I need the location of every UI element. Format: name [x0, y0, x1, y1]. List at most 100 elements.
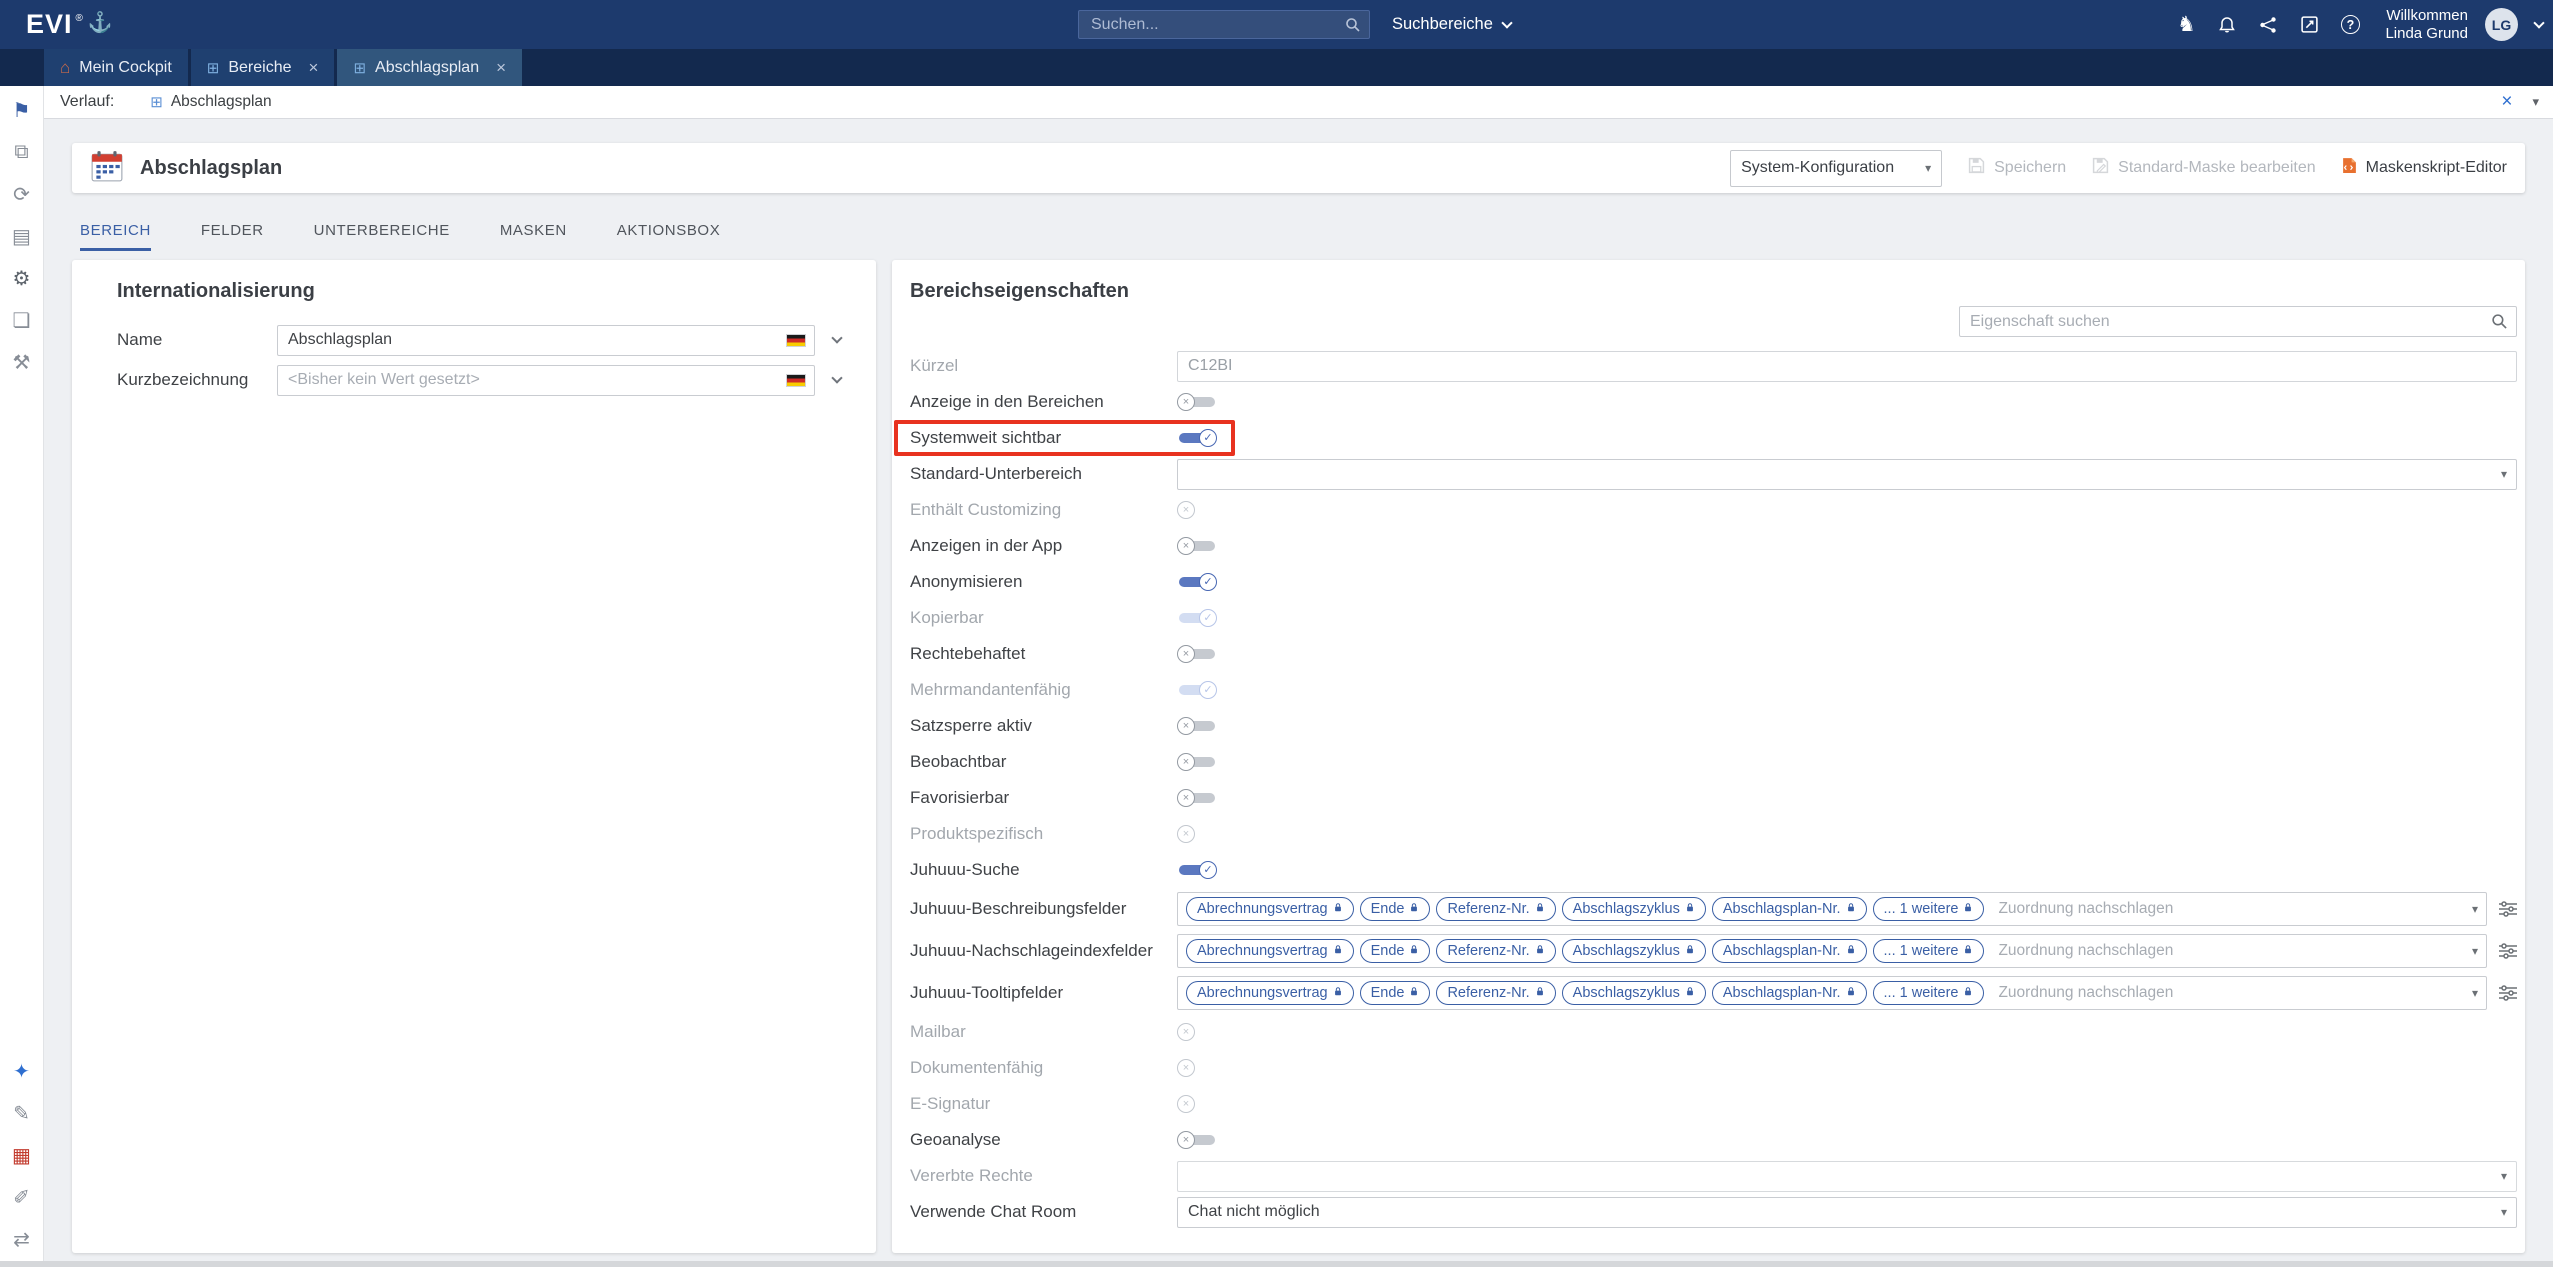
history-icon[interactable]: ⟳: [13, 180, 30, 208]
chevron-down-icon[interactable]: ▾: [2472, 902, 2478, 916]
notifications-bell-icon[interactable]: [2215, 13, 2239, 37]
toggle-juhuuu-suche[interactable]: ✓: [1177, 861, 1217, 879]
chip-referenz-nr[interactable]: Referenz-Nr.: [1436, 897, 1555, 921]
settings-gear-icon[interactable]: ⚙: [13, 264, 31, 292]
chip-ende[interactable]: Ende: [1360, 897, 1431, 921]
property-search-input[interactable]: [1960, 313, 2516, 331]
home-icon: ⌂: [60, 58, 70, 78]
chip-referenz-nr[interactable]: Referenz-Nr.: [1436, 981, 1555, 1005]
chip-abschlagszyklus[interactable]: Abschlagszyklus: [1562, 981, 1706, 1005]
save-button[interactable]: Speichern: [1968, 157, 2066, 179]
tools-icon[interactable]: ⚒: [13, 348, 31, 376]
chip-abschlagsplan-nr[interactable]: Abschlagsplan-Nr.: [1712, 897, 1867, 921]
toggle-satzsperre-aktiv[interactable]: ×: [1177, 717, 1217, 735]
chips-field-juhuuu-tooltipfelder[interactable]: AbrechnungsvertragEndeReferenz-Nr. Abschl…: [1177, 976, 2487, 1010]
chip-1-weitere[interactable]: ... 1 weitere: [1873, 981, 1985, 1005]
select-standard-unterbereich[interactable]: ▾: [1177, 459, 2517, 490]
chess-knight-icon[interactable]: ♞: [2174, 13, 2198, 37]
configuration-select[interactable]: System-Konfiguration ▾: [1730, 150, 1942, 187]
row-control-vererbte-rechte: ▾: [1177, 1161, 2517, 1192]
name-input[interactable]: Abschlagsplan: [277, 325, 815, 356]
property-search-box[interactable]: [1959, 306, 2517, 337]
horizontal-scrollbar[interactable]: [0, 1261, 2553, 1267]
bookmark-icon[interactable]: ⚑: [13, 96, 31, 124]
draft-icon[interactable]: ✐: [13, 1183, 30, 1211]
close-icon[interactable]: ×: [496, 58, 506, 78]
global-search-input[interactable]: [1079, 16, 1369, 34]
chip-referenz-nr[interactable]: Referenz-Nr.: [1436, 939, 1555, 963]
share-icon[interactable]: [2256, 13, 2280, 37]
calendar-icon[interactable]: ▦: [12, 1141, 31, 1169]
short-name-input[interactable]: <Bisher kein Wert gesetzt>: [277, 365, 815, 396]
section-tab-unterbereiche[interactable]: UNTERBEREICHE: [314, 222, 450, 251]
global-search-box[interactable]: [1078, 10, 1370, 39]
toggle-anonymisieren[interactable]: ✓: [1177, 573, 1217, 591]
toggle-geoanalyse[interactable]: ×: [1177, 1131, 1217, 1149]
chip-abrechnungsvertrag[interactable]: Abrechnungsvertrag: [1186, 939, 1354, 963]
user-menu-chevron-icon[interactable]: [2533, 17, 2544, 28]
row-geoanalyse: Geoanalyse×: [910, 1122, 2517, 1158]
chip-abschlagsplan-nr[interactable]: Abschlagsplan-Nr.: [1712, 981, 1867, 1005]
chips-field-juhuuu-beschreibungsfelder[interactable]: AbrechnungsvertragEndeReferenz-Nr. Abschl…: [1177, 892, 2487, 926]
topbar-right-group: ♞ ? Willkommen Linda Grund LG: [2174, 0, 2543, 49]
chevron-down-icon[interactable]: ▾: [2472, 986, 2478, 1000]
chip-abrechnungsvertrag[interactable]: Abrechnungsvertrag: [1186, 897, 1354, 921]
mask-script-editor-button[interactable]: Maskenskript-Editor: [2342, 157, 2507, 179]
chip-abschlagszyklus[interactable]: Abschlagszyklus: [1562, 897, 1706, 921]
windows-icon[interactable]: ⧉: [14, 138, 28, 166]
toggle-anzeige-in-den-bereichen[interactable]: ×: [1177, 393, 1217, 411]
close-icon[interactable]: ×: [2501, 91, 2512, 113]
toggle-systemweit-sichtbar[interactable]: ✓: [1177, 429, 1217, 447]
row-mehrmandantenfaehig: Mehrmandantenfähig✓: [910, 672, 2517, 708]
section-tabs: BEREICH FELDER UNTERBEREICHE MASKEN AKTIONSB…: [80, 222, 720, 251]
field-mapping-icon[interactable]: [2499, 985, 2517, 1001]
assistant-star-icon[interactable]: ✦: [13, 1057, 30, 1085]
section-tab-felder[interactable]: FELDER: [201, 222, 264, 251]
chevron-down-icon[interactable]: ▾: [2472, 944, 2478, 958]
chip-ende[interactable]: Ende: [1360, 981, 1431, 1005]
field-mapping-icon[interactable]: [2499, 943, 2517, 959]
search-scope-dropdown[interactable]: Suchbereiche: [1392, 15, 1511, 34]
form-edit-icon[interactable]: ▤: [12, 222, 31, 250]
notes-icon[interactable]: ✎: [13, 1099, 30, 1127]
chevron-down-icon[interactable]: [831, 332, 842, 343]
row-control-anonymisieren: ✓: [1177, 573, 2517, 591]
sync-icon[interactable]: ⇄: [13, 1225, 30, 1253]
chip-abschlagszyklus[interactable]: Abschlagszyklus: [1562, 939, 1706, 963]
name-input-value: Abschlagsplan: [288, 331, 392, 349]
chevron-down-icon[interactable]: ▾: [2532, 94, 2539, 110]
chips-placeholder: Zuordnung nachschlagen: [1998, 984, 2173, 1002]
select-verwende-chat-room[interactable]: Chat nicht möglich▾: [1177, 1197, 2517, 1228]
row-satzsperre-aktiv: Satzsperre aktiv×: [910, 708, 2517, 744]
section-tab-aktionsbox[interactable]: AKTIONSBOX: [617, 222, 721, 251]
open-external-icon[interactable]: [2297, 13, 2321, 37]
avatar[interactable]: LG: [2485, 8, 2518, 41]
chevron-down-icon[interactable]: [831, 372, 842, 383]
section-tab-bereich[interactable]: BEREICH: [80, 222, 151, 251]
row-anonymisieren: Anonymisieren✓: [910, 564, 2517, 600]
toggle-dokumentenfaehig: ×: [1177, 1059, 1217, 1077]
tab-bereiche[interactable]: ⊞Bereiche×: [191, 49, 335, 86]
chips-field-juhuuu-nachschlageindexfelder[interactable]: AbrechnungsvertragEndeReferenz-Nr. Abschl…: [1177, 934, 2487, 968]
tab-mein-cockpit[interactable]: ⌂Mein Cockpit: [44, 49, 188, 86]
chip-1-weitere[interactable]: ... 1 weitere: [1873, 897, 1985, 921]
edit-standard-mask-label: Standard-Maske bearbeiten: [2118, 159, 2315, 177]
field-mapping-icon[interactable]: [2499, 901, 2517, 917]
chip-abrechnungsvertrag[interactable]: Abrechnungsvertrag: [1186, 981, 1354, 1005]
toggle-rechtebehaftet[interactable]: ×: [1177, 645, 1217, 663]
edit-standard-mask-button[interactable]: Standard-Maske bearbeiten: [2092, 157, 2315, 179]
toggle-favorisierbar[interactable]: ×: [1177, 789, 1217, 807]
toggle-anzeigen-in-der-app[interactable]: ×: [1177, 537, 1217, 555]
toggle-beobachtbar[interactable]: ×: [1177, 753, 1217, 771]
chip-1-weitere[interactable]: ... 1 weitere: [1873, 939, 1985, 963]
script-icon: [2342, 157, 2357, 179]
row-juhuuu-suche: Juhuuu-Suche✓: [910, 852, 2517, 888]
history-item-abschlagsplan[interactable]: ⊞ Abschlagsplan: [150, 93, 271, 111]
help-icon[interactable]: ?: [2338, 13, 2362, 37]
close-icon[interactable]: ×: [309, 58, 319, 78]
chip-ende[interactable]: Ende: [1360, 939, 1431, 963]
document-icon[interactable]: ❏: [13, 306, 31, 334]
section-tab-masken[interactable]: MASKEN: [500, 222, 567, 251]
chip-abschlagsplan-nr[interactable]: Abschlagsplan-Nr.: [1712, 939, 1867, 963]
tab-abschlagsplan[interactable]: ⊞Abschlagsplan×: [337, 49, 522, 86]
